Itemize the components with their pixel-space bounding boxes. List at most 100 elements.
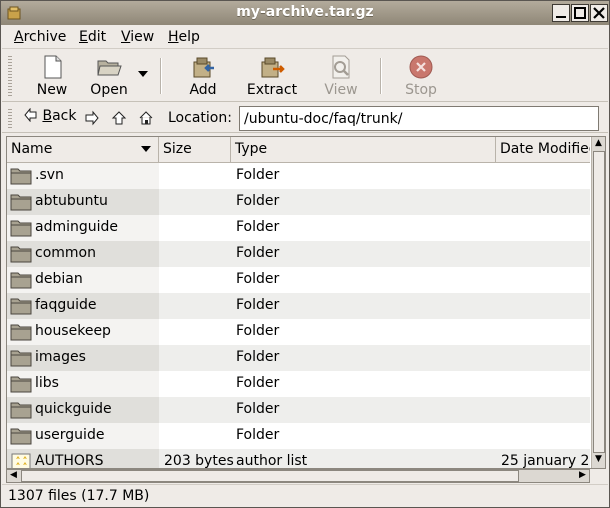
back-button[interactable]: Back <box>24 107 77 124</box>
extract-label: Extract <box>246 82 298 98</box>
file-name: housekeep <box>35 323 111 339</box>
archive-manager-window: my-archive.tar.gz Archive Edit View Help… <box>0 0 610 508</box>
name-cell: libs <box>7 371 159 397</box>
scroll-up-arrow-icon[interactable]: ▲ <box>592 138 605 148</box>
open-dropdown-arrow-icon[interactable] <box>137 70 149 78</box>
file-name: abtubuntu <box>35 193 108 209</box>
text-file-icon <box>11 453 31 468</box>
file-name: common <box>35 245 96 261</box>
folder-icon <box>10 194 32 211</box>
add-button[interactable]: Add <box>180 52 226 100</box>
up-arrow-icon[interactable] <box>111 110 127 126</box>
table-row[interactable]: abtubuntu Folder <box>7 189 590 215</box>
minimize-button[interactable] <box>552 4 570 22</box>
file-type: Folder <box>236 375 280 391</box>
file-type: Folder <box>236 427 280 443</box>
location-input[interactable] <box>239 106 599 131</box>
table-row[interactable]: common Folder <box>7 241 590 267</box>
file-name: images <box>35 349 86 365</box>
folder-icon <box>10 298 32 315</box>
file-date: 25 january 20 <box>501 453 590 469</box>
file-type: Folder <box>236 349 280 365</box>
folder-icon <box>10 246 32 263</box>
table-row[interactable]: libs Folder <box>7 371 590 397</box>
table-row[interactable]: adminguide Folder <box>7 215 590 241</box>
file-name: faqguide <box>35 297 97 313</box>
column-header-date-label: Date Modified <box>500 141 590 157</box>
forward-arrow-icon[interactable] <box>84 110 100 126</box>
name-cell: abtubuntu <box>7 189 159 215</box>
extract-button[interactable]: Extract <box>246 52 298 100</box>
table-row[interactable]: quickguide Folder <box>7 397 590 423</box>
file-name: AUTHORS <box>35 453 104 469</box>
file-type: Folder <box>236 271 280 287</box>
name-cell: .svn <box>7 163 159 189</box>
file-type: Folder <box>236 219 280 235</box>
toolbar-grip[interactable] <box>8 56 12 96</box>
vertical-scroll-thumb[interactable] <box>593 151 605 453</box>
status-bar: 1307 files (17.7 MB) <box>2 484 608 507</box>
open-label: Open <box>90 82 128 98</box>
menu-archive[interactable]: Archive <box>14 29 66 45</box>
view-button[interactable]: View <box>320 52 362 100</box>
new-label: New <box>36 82 68 98</box>
scroll-right-arrow-icon[interactable]: ▶ <box>576 470 589 480</box>
menu-edit[interactable]: Edit <box>79 29 106 45</box>
name-cell: adminguide <box>7 215 159 241</box>
title-bar[interactable]: my-archive.tar.gz <box>1 1 609 25</box>
file-type: Folder <box>236 245 280 261</box>
extract-archive-icon <box>261 57 285 78</box>
column-header-name[interactable]: Name <box>7 137 159 163</box>
name-cell: common <box>7 241 159 267</box>
menu-help[interactable]: Help <box>168 29 200 45</box>
name-cell: userguide <box>7 423 159 449</box>
status-text: 1307 files (17.7 MB) <box>8 488 150 504</box>
home-icon[interactable] <box>138 110 154 126</box>
folder-icon <box>10 272 32 289</box>
stop-button[interactable]: Stop <box>400 52 442 100</box>
table-row[interactable]: .svn Folder <box>7 163 590 189</box>
horizontal-scroll-thumb[interactable] <box>21 470 519 482</box>
file-name: .svn <box>35 167 64 183</box>
file-name: adminguide <box>35 219 119 235</box>
folder-icon <box>10 350 32 367</box>
table-row[interactable]: housekeep Folder <box>7 319 590 345</box>
menu-bar: Archive Edit View Help <box>2 25 608 49</box>
view-file-icon <box>332 55 350 79</box>
new-button[interactable]: New <box>30 52 74 100</box>
scroll-down-arrow-icon[interactable]: ▼ <box>592 454 605 464</box>
folder-icon <box>10 168 32 185</box>
table-row[interactable]: AUTHORS 203 bytes author list 25 january 20 <box>7 449 590 469</box>
name-cell: AUTHORS <box>7 449 159 469</box>
table-row[interactable]: userguide Folder <box>7 423 590 449</box>
menu-edit-label: Edit <box>79 29 107 45</box>
menu-view[interactable]: View <box>121 29 154 45</box>
menu-view-label: View <box>121 29 155 45</box>
file-type: author list <box>236 453 308 469</box>
location-grip[interactable] <box>8 109 12 129</box>
open-button[interactable]: Open <box>86 52 132 100</box>
table-row[interactable]: debian Folder <box>7 267 590 293</box>
column-header-name-label: Name <box>11 141 53 157</box>
horizontal-scrollbar[interactable]: ◀ ▶ <box>6 469 590 483</box>
scroll-left-arrow-icon[interactable]: ◀ <box>7 470 20 480</box>
name-cell: housekeep <box>7 319 159 345</box>
column-header-size[interactable]: Size <box>159 137 231 163</box>
maximize-icon <box>574 7 586 19</box>
file-type: Folder <box>236 167 280 183</box>
menu-help-label: Help <box>168 29 200 45</box>
back-label: Back <box>42 108 77 124</box>
column-header-date[interactable]: Date Modified <box>496 137 590 163</box>
add-to-archive-icon <box>193 57 214 78</box>
location-bar: Back Location: <box>2 103 608 133</box>
close-button[interactable] <box>590 4 608 22</box>
column-header-type[interactable]: Type <box>231 137 496 163</box>
table-row[interactable]: images Folder <box>7 345 590 371</box>
file-name: quickguide <box>35 401 112 417</box>
folder-icon <box>10 324 32 341</box>
stop-label: Stop <box>405 82 437 98</box>
vertical-scrollbar[interactable]: ▲ ▼ <box>591 137 605 468</box>
table-row[interactable]: faqguide Folder <box>7 293 590 319</box>
maximize-button[interactable] <box>571 4 589 22</box>
stop-icon <box>409 55 433 79</box>
